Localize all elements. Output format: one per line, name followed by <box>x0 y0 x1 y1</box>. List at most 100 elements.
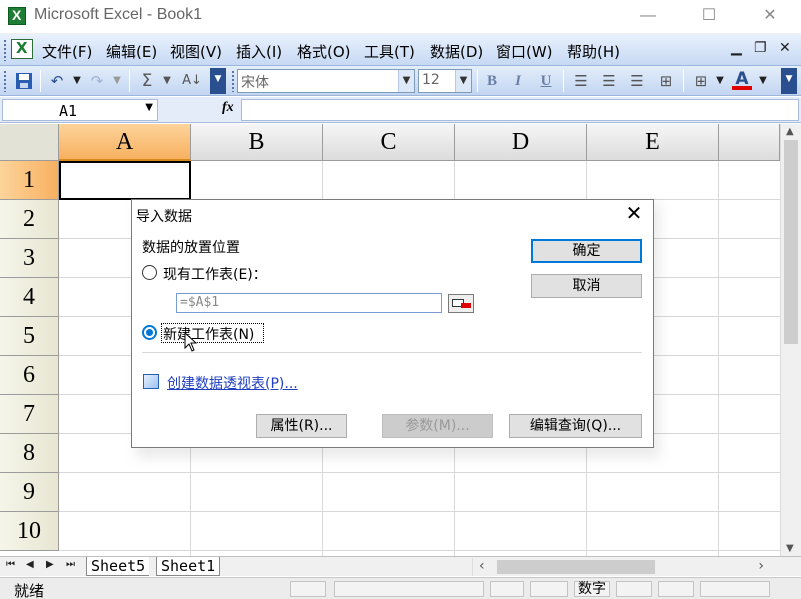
cancel-button[interactable]: 取消 <box>531 274 642 298</box>
existing-sheet-label[interactable]: 现有工作表(E)： <box>163 264 267 284</box>
grid-line <box>59 511 780 512</box>
row-header-3[interactable]: 3 <box>0 239 59 278</box>
borders-dropdown-icon[interactable]: ▼ <box>714 70 726 92</box>
redo-dropdown-icon[interactable]: ▼ <box>110 70 124 92</box>
italic-button[interactable]: I <box>508 70 528 92</box>
menu-view[interactable]: 视图(V) <box>170 41 222 62</box>
menu-file[interactable]: 文件(F) <box>42 41 92 62</box>
undo-dropdown-icon[interactable]: ▼ <box>70 70 84 92</box>
merge-center-icon[interactable]: ⊞ <box>654 70 678 92</box>
pivot-table-icon[interactable] <box>143 374 159 389</box>
close-window-button[interactable]: ✕ <box>747 0 793 32</box>
autosum-dropdown-icon[interactable]: ▼ <box>160 70 174 92</box>
sheet-tab-sheet5[interactable]: Sheet5 <box>86 557 150 576</box>
scroll-up-icon[interactable]: ▲ <box>786 126 794 137</box>
insert-function-icon[interactable]: fx <box>222 100 234 116</box>
autosum-icon[interactable]: Σ <box>136 70 158 92</box>
redo-icon[interactable]: ↷ <box>86 70 108 92</box>
align-center-icon[interactable]: ☰ <box>598 70 620 92</box>
workbook-close-button[interactable]: ✕ <box>779 40 791 56</box>
row-header-4[interactable]: 4 <box>0 278 59 317</box>
row-header-6[interactable]: 6 <box>0 356 59 395</box>
ok-button[interactable]: 确定 <box>531 239 642 263</box>
font-name-select[interactable]: 宋体 ▼ <box>237 69 415 93</box>
select-all-corner[interactable] <box>0 124 59 161</box>
toolbar-grip-handle[interactable] <box>3 70 7 92</box>
menu-help[interactable]: 帮助(H) <box>567 41 620 62</box>
menu-edit[interactable]: 编辑(E) <box>106 41 157 62</box>
sort-ascending-icon[interactable]: A↓ <box>180 70 204 92</box>
horizontal-scroll-thumb[interactable] <box>497 560 655 574</box>
last-sheet-icon[interactable]: ⏭ <box>66 559 75 570</box>
new-sheet-radio[interactable] <box>142 325 157 340</box>
chevron-down-icon[interactable]: ▼ <box>398 70 414 92</box>
column-header-b[interactable]: B <box>191 124 323 161</box>
chevron-down-icon[interactable]: ▼ <box>455 70 471 92</box>
vertical-scroll-thumb[interactable] <box>784 140 798 344</box>
minimize-button[interactable]: — <box>625 0 671 32</box>
collapse-dialog-icon[interactable] <box>448 294 474 313</box>
title-bar: Microsoft Excel - Book1 — ☐ ✕ <box>0 0 801 34</box>
column-header-f[interactable] <box>719 124 780 161</box>
edit-query-button[interactable]: 编辑查询(Q)... <box>509 414 642 438</box>
existing-sheet-radio[interactable] <box>142 265 157 280</box>
toolbar-options-icon[interactable]: ▼ <box>781 68 797 94</box>
properties-button[interactable]: 属性(R)... <box>256 414 347 438</box>
scroll-down-icon[interactable]: ▼ <box>786 543 794 554</box>
sheet-tab-sheet1[interactable]: Sheet1 <box>156 557 221 576</box>
scroll-right-icon[interactable]: › <box>758 558 764 574</box>
menu-insert[interactable]: 插入(I) <box>236 41 282 62</box>
workbook-minimize-button[interactable]: ▁ <box>731 40 742 56</box>
font-size-select[interactable]: 12 ▼ <box>418 69 472 93</box>
toolbar-options-icon[interactable]: ▼ <box>210 68 226 94</box>
new-sheet-label[interactable]: 新建工作表(N) <box>163 324 254 344</box>
menu-grip-handle[interactable] <box>3 39 7 61</box>
formula-bar: A1 ▼ fx <box>0 97 801 123</box>
row-header-1[interactable]: 1 <box>0 161 59 200</box>
create-pivot-table-link[interactable]: 创建数据透视表(P)... <box>167 373 298 393</box>
row-header-9[interactable]: 9 <box>0 473 59 512</box>
formula-input[interactable] <box>241 99 799 121</box>
first-sheet-icon[interactable]: ⏮ <box>6 559 15 570</box>
existing-sheet-ref-field[interactable]: =$A$1 <box>176 293 442 313</box>
next-sheet-icon[interactable]: ▶ <box>46 559 54 570</box>
font-color-dropdown-icon[interactable]: ▼ <box>756 70 770 92</box>
menu-data[interactable]: 数据(D) <box>430 41 483 62</box>
workbook-restore-button[interactable]: ❐ <box>754 40 767 56</box>
status-panel <box>530 581 568 597</box>
column-header-e[interactable]: E <box>587 124 719 161</box>
row-header-10[interactable]: 10 <box>0 512 59 551</box>
chevron-down-icon[interactable]: ▼ <box>145 102 153 113</box>
menu-tools[interactable]: 工具(T) <box>364 41 415 62</box>
undo-icon[interactable]: ↶ <box>46 70 68 92</box>
column-header-c[interactable]: C <box>323 124 455 161</box>
row-header-2[interactable]: 2 <box>0 200 59 239</box>
horizontal-scrollbar[interactable]: ‹ › <box>472 558 772 576</box>
toolbar2-grip-handle[interactable] <box>231 70 235 92</box>
menu-format[interactable]: 格式(O) <box>297 41 351 62</box>
grid-line <box>59 472 780 473</box>
active-cell-a1[interactable] <box>59 161 191 200</box>
column-header-d[interactable]: D <box>455 124 587 161</box>
row-header-7[interactable]: 7 <box>0 395 59 434</box>
dialog-divider <box>142 352 642 353</box>
dialog-title: 导入数据 <box>136 209 192 225</box>
row-header-5[interactable]: 5 <box>0 317 59 356</box>
column-header-a[interactable]: A <box>59 124 191 161</box>
align-left-icon[interactable]: ☰ <box>570 70 592 92</box>
workbook-icon[interactable] <box>11 39 33 59</box>
maximize-button[interactable]: ☐ <box>686 0 732 32</box>
borders-icon[interactable]: ⊞ <box>690 70 712 92</box>
name-box[interactable]: A1 ▼ <box>2 99 158 121</box>
align-right-icon[interactable]: ☰ <box>626 70 648 92</box>
vertical-scrollbar[interactable]: ▲ ▼ <box>780 124 801 556</box>
save-icon[interactable] <box>13 70 35 92</box>
bold-button[interactable]: B <box>482 70 502 92</box>
menu-window[interactable]: 窗口(W) <box>496 41 553 62</box>
dialog-close-icon[interactable]: ✕ <box>622 202 646 226</box>
prev-sheet-icon[interactable]: ◀ <box>26 559 34 570</box>
toolbar-separator <box>40 70 41 92</box>
scroll-left-icon[interactable]: ‹ <box>479 558 485 574</box>
underline-button[interactable]: U <box>536 70 556 92</box>
row-header-8[interactable]: 8 <box>0 434 59 473</box>
